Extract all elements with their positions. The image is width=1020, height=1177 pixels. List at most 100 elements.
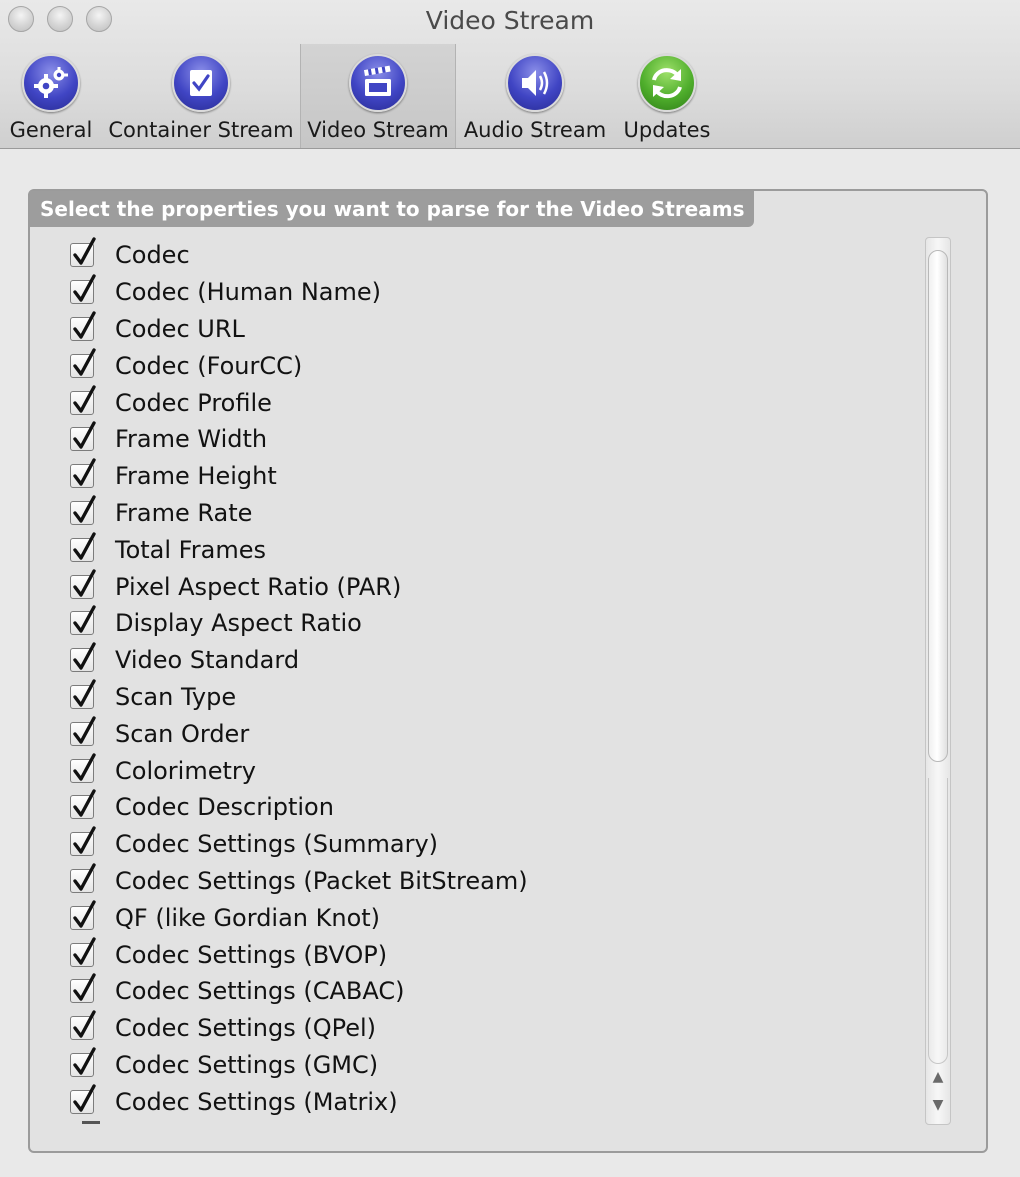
property-checkbox[interactable] bbox=[70, 973, 96, 1004]
arrow-down-icon[interactable]: ▼ bbox=[929, 1094, 947, 1116]
toolbar-label-audio-stream: Audio Stream bbox=[463, 118, 607, 142]
property-row[interactable]: Scan Type bbox=[70, 679, 920, 716]
partially-hidden-row bbox=[82, 1121, 100, 1124]
property-row[interactable]: Codec Settings (BVOP) bbox=[70, 936, 920, 973]
checkmark-icon bbox=[73, 568, 96, 597]
property-checkbox[interactable] bbox=[70, 679, 96, 709]
property-row[interactable]: Scan Order bbox=[70, 715, 920, 752]
checkmark-icon bbox=[73, 495, 96, 523]
property-checkbox[interactable] bbox=[70, 826, 96, 857]
toolbar-item-container-stream[interactable]: Container Stream bbox=[102, 44, 300, 148]
property-checkbox[interactable] bbox=[70, 642, 96, 673]
property-row[interactable]: Total Frames bbox=[70, 531, 920, 568]
property-row[interactable]: Codec (Human Name) bbox=[70, 274, 920, 311]
property-row[interactable]: Frame Width bbox=[70, 421, 920, 458]
arrow-up-icon[interactable]: ▲ bbox=[929, 1066, 947, 1088]
property-row[interactable]: Codec Profile bbox=[70, 384, 920, 421]
property-label: Codec Settings (Summary) bbox=[115, 830, 439, 859]
property-row[interactable]: Codec Description bbox=[70, 789, 920, 826]
toolbar-label-container-stream: Container Stream bbox=[108, 118, 294, 142]
checkmark-icon bbox=[73, 348, 96, 376]
property-checkbox[interactable] bbox=[70, 789, 96, 820]
gear-icon bbox=[22, 54, 80, 112]
property-checkbox[interactable] bbox=[70, 1010, 96, 1041]
video-properties-group: Select the properties you want to parse … bbox=[28, 189, 988, 1153]
toolbar-item-audio-stream[interactable]: Audio Stream bbox=[456, 44, 614, 148]
property-checkbox[interactable] bbox=[70, 237, 96, 268]
checkmark-icon bbox=[73, 1084, 96, 1112]
property-checkbox[interactable] bbox=[70, 900, 96, 930]
property-label: Codec Profile bbox=[115, 388, 272, 417]
property-checkbox[interactable] bbox=[70, 1084, 96, 1114]
toolbar: Video Stream General Container Stream Vi… bbox=[0, 0, 1020, 149]
property-row[interactable]: Codec Settings (CABAC) bbox=[70, 973, 920, 1010]
toolbar-item-updates[interactable]: Updates bbox=[614, 44, 720, 148]
property-checkbox[interactable] bbox=[70, 458, 96, 489]
property-label: Video Standard bbox=[115, 646, 300, 675]
toolbar-label-general: General bbox=[9, 118, 93, 142]
toolbar-item-video-stream[interactable]: Video Stream bbox=[300, 44, 456, 148]
property-label: Codec Settings (Packet BitStream) bbox=[115, 866, 528, 895]
property-checkbox[interactable] bbox=[70, 384, 96, 415]
property-checkbox[interactable] bbox=[70, 421, 96, 452]
window-title: Video Stream bbox=[425, 6, 595, 35]
property-label: Codec Settings (CABAC) bbox=[115, 977, 405, 1006]
property-checkbox[interactable] bbox=[70, 311, 96, 341]
checkmark-icon bbox=[73, 1010, 96, 1038]
property-checkbox[interactable] bbox=[70, 716, 96, 746]
property-label: Frame Width bbox=[115, 425, 268, 454]
checkmark-icon bbox=[73, 274, 96, 302]
property-checkbox[interactable] bbox=[70, 605, 96, 636]
checkbox-doc-icon bbox=[172, 54, 230, 112]
properties-list: Codec Codec (Human Name) Codec URL Codec (F… bbox=[70, 237, 920, 1125]
property-row[interactable]: QF (like Gordian Knot) bbox=[70, 899, 920, 936]
property-row[interactable]: Codec Settings (Matrix) bbox=[70, 1083, 920, 1120]
property-checkbox[interactable] bbox=[70, 495, 96, 525]
property-row[interactable]: Codec Settings (QPel) bbox=[70, 1010, 920, 1047]
property-label: Total Frames bbox=[115, 535, 266, 564]
property-label: Codec Settings (GMC) bbox=[115, 1050, 379, 1079]
property-label: Scan Type bbox=[115, 682, 237, 711]
property-checkbox[interactable] bbox=[70, 936, 96, 967]
property-row[interactable]: Display Aspect Ratio bbox=[70, 605, 920, 642]
property-label: Codec Description bbox=[115, 793, 334, 822]
property-checkbox[interactable] bbox=[70, 348, 96, 378]
checkmark-icon bbox=[73, 458, 96, 486]
checkmark-icon bbox=[73, 642, 96, 670]
property-checkbox[interactable] bbox=[70, 532, 96, 562]
property-label: Display Aspect Ratio bbox=[115, 609, 362, 638]
scrollbar-track[interactable] bbox=[928, 778, 948, 1064]
property-row[interactable]: Codec URL bbox=[70, 311, 920, 348]
property-checkbox[interactable] bbox=[70, 568, 96, 599]
property-checkbox[interactable] bbox=[70, 274, 96, 305]
property-label: Codec bbox=[115, 241, 190, 270]
property-row[interactable]: Pixel Aspect Ratio (PAR) bbox=[70, 568, 920, 605]
property-row[interactable]: Colorimetry bbox=[70, 752, 920, 789]
checkmark-icon bbox=[73, 532, 96, 560]
toolbar-item-general[interactable]: General bbox=[0, 44, 102, 148]
property-row[interactable]: Video Standard bbox=[70, 642, 920, 679]
checkmark-icon bbox=[73, 826, 96, 854]
property-row[interactable]: Codec (FourCC) bbox=[70, 347, 920, 384]
checkmark-icon bbox=[73, 752, 96, 781]
property-label: Frame Rate bbox=[115, 498, 253, 527]
property-row[interactable]: Codec Settings (Packet BitStream) bbox=[70, 863, 920, 900]
property-row[interactable]: Codec Settings (GMC) bbox=[70, 1047, 920, 1084]
property-checkbox[interactable] bbox=[70, 1047, 96, 1077]
property-checkbox[interactable] bbox=[70, 863, 96, 893]
property-label: QF (like Gordian Knot) bbox=[115, 903, 381, 932]
checkmark-icon bbox=[73, 1047, 96, 1075]
property-row[interactable]: Codec Settings (Summary) bbox=[70, 826, 920, 863]
property-row[interactable]: Codec bbox=[70, 237, 920, 274]
scrollbar-thumb[interactable] bbox=[928, 250, 948, 762]
property-label: Colorimetry bbox=[115, 756, 256, 785]
property-row[interactable]: Frame Height bbox=[70, 458, 920, 495]
property-row[interactable]: Frame Rate bbox=[70, 495, 920, 532]
properties-scrollbar[interactable]: ▲ ▼ bbox=[925, 237, 951, 1125]
property-label: Scan Order bbox=[115, 719, 250, 748]
checkmark-icon bbox=[73, 716, 96, 744]
checkmark-icon bbox=[73, 605, 96, 634]
property-checkbox[interactable] bbox=[70, 752, 96, 783]
checkmark-icon bbox=[73, 421, 96, 450]
property-label: Codec Settings (Matrix) bbox=[115, 1087, 398, 1116]
